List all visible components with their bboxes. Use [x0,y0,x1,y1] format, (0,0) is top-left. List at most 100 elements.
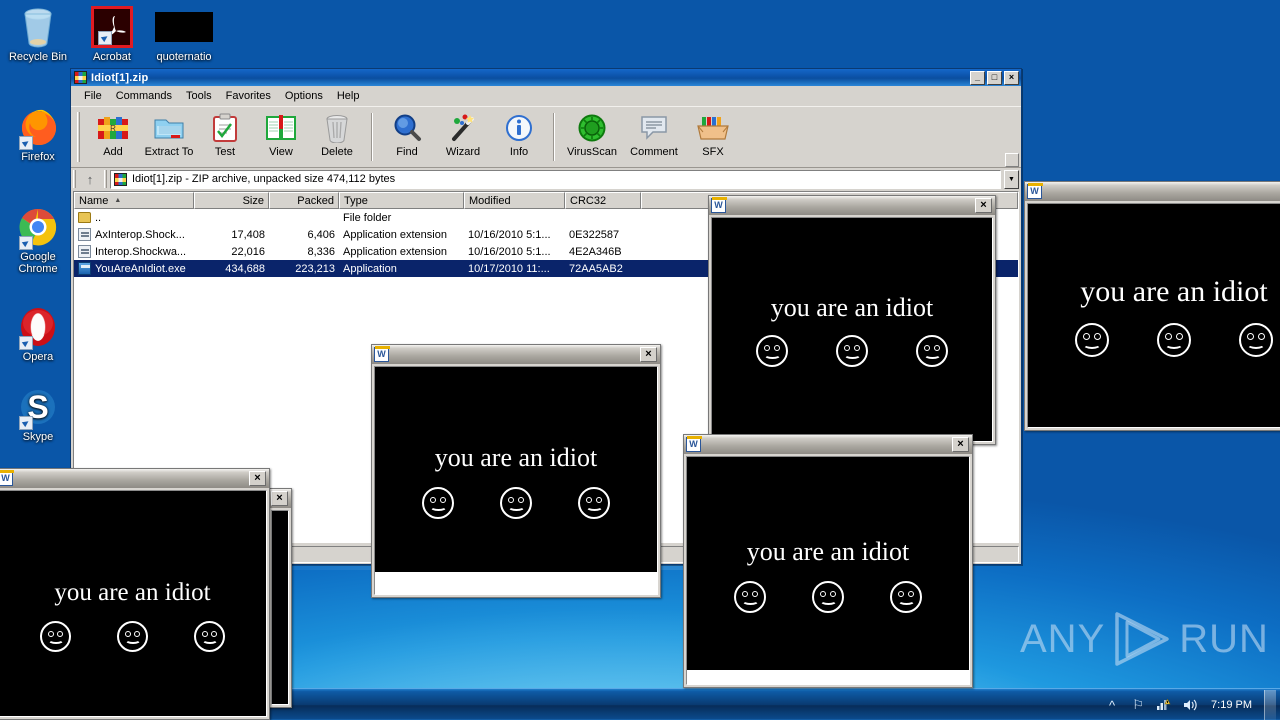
toolbar-button-info[interactable]: Info [491,111,547,165]
popup-titlebar[interactable]: W × [372,345,660,364]
winrar-addressbar[interactable]: ↑ Idiot[1].zip - ZIP archive, unpacked s… [71,168,1021,190]
popup-message: you are an idiot [746,536,910,566]
popup-titlebar[interactable]: W × [0,469,269,488]
action-center-flag-icon[interactable]: ⚐ [1129,696,1147,714]
smiley-row [1028,322,1280,357]
toolbar-button-wizard[interactable]: Wizard [435,111,491,165]
shortcut-overlay-icon [19,136,33,150]
popup-titlebar[interactable]: W × [709,196,995,215]
toolbar-button-test[interactable]: Test [197,111,253,165]
menu-item-tools[interactable]: Tools [179,88,219,104]
toolbar-button-view[interactable]: View [253,111,309,165]
column-header-crc32[interactable]: CRC32 [565,192,641,209]
show-hidden-icons-icon[interactable]: ^ [1103,696,1121,714]
popup-window-bottom-left[interactable]: W × you are an idiot [0,468,270,720]
toolbar-button-find[interactable]: Find [379,111,435,165]
winrar-menubar[interactable]: File Commands Tools Favorites Options He… [71,86,1021,106]
desktop-icon-skype[interactable]: S Skype [2,384,74,443]
network-warning-icon[interactable] [1155,696,1173,714]
popup-body: you are an idiot [1027,203,1280,428]
menu-item-favorites[interactable]: Favorites [219,88,278,104]
cell-modified: 10/16/2010 5:1... [468,245,551,258]
winrar-toolbar[interactable]: R Add Extract To Test View Delete Find W… [71,106,1021,168]
up-one-level-button[interactable]: ↑ [79,169,101,189]
toolbar-label: Extract To [144,146,194,158]
desktop-icon-recycle-bin[interactable]: Recycle Bin [2,4,74,63]
popup-body: you are an idiot [0,490,267,717]
popup-canvas: you are an idiot [1028,204,1280,427]
toolbar-button-virusscan[interactable]: VirusScan [561,111,623,165]
smiley-face-icon [578,486,610,519]
desktop-icon-google-chrome[interactable]: Google Chrome [2,204,74,275]
popup-window-bottom-right[interactable]: W × you are an idiot [683,434,973,688]
toolbar-label: Comment [630,146,678,158]
toolbar-button-extract-to[interactable]: Extract To [141,111,197,165]
smiley-face-icon [1157,322,1191,357]
popup-window-top-right[interactable]: W × you are an idiot [1024,181,1280,431]
column-header-size[interactable]: Size [194,192,269,209]
addressbar-dropdown-button[interactable]: ▼ [1004,169,1019,189]
toolbar-button-sfx[interactable]: SFX [685,111,741,165]
cell-type: File folder [343,211,392,224]
shortcut-overlay-icon [98,31,112,45]
column-header-packed[interactable]: Packed [269,192,339,209]
desktop-icon-opera[interactable]: Opera [2,304,74,363]
archive-path-text: Idiot[1].zip - ZIP archive, unpacked siz… [132,173,396,185]
winrar-titlebar[interactable]: Idiot[1].zip _ □ × [71,69,1021,86]
desktop-icon-acrobat[interactable]: Acrobat [76,4,148,63]
popup-body: you are an idiot [686,456,970,685]
menu-item-options[interactable]: Options [278,88,330,104]
desktop-icon-label: Google Chrome [18,251,58,275]
toolbar-grip[interactable] [77,112,80,162]
popup-close-button[interactable]: × [640,347,657,362]
menu-item-file[interactable]: File [77,88,109,104]
popup-window-center[interactable]: W × you are an idiot [371,344,661,598]
popup-titlebar[interactable]: × [269,489,291,508]
popup-close-button[interactable]: × [271,491,288,506]
toolbar-button-comment[interactable]: Comment [623,111,685,165]
show-desktop-button[interactable] [1264,690,1276,720]
system-tray[interactable]: ^ ⚐ 7:19 PM [1095,689,1280,720]
popup-titlebar[interactable]: W × [684,435,972,454]
toolbar-button-delete[interactable]: Delete [309,111,365,165]
window-controls[interactable]: _ □ × [970,70,1019,85]
toolbar-overflow-button[interactable] [1005,153,1019,167]
column-header-modified[interactable]: Modified [464,192,565,209]
minimize-button[interactable]: _ [970,70,985,85]
menu-item-commands[interactable]: Commands [109,88,179,104]
anyrun-text-left: ANY [1020,616,1106,661]
close-button[interactable]: × [1004,70,1019,85]
smiley-face-icon [812,580,844,613]
smiley-face-icon [194,621,225,652]
archive-path-field[interactable]: Idiot[1].zip - ZIP archive, unpacked siz… [110,169,1001,189]
maximize-button[interactable]: □ [987,70,1002,85]
column-header-type[interactable]: Type [339,192,464,209]
column-header-name[interactable]: Name ▲ [74,192,194,209]
popup-close-button[interactable]: × [249,471,266,486]
menu-item-help[interactable]: Help [330,88,367,104]
popup-close-button[interactable]: × [952,437,969,452]
addressbar-grip-2[interactable] [104,170,107,188]
popup-message: you are an idiot [54,579,211,606]
add-icon: R [97,111,129,145]
addressbar-grip[interactable] [73,170,76,188]
desktop-icon-firefox[interactable]: Firefox [2,104,74,163]
popup-body: you are an idiot [374,366,658,595]
desktop-icon-label: Opera [22,351,54,363]
popup-titlebar[interactable]: W × [1025,182,1280,201]
desktop-icon-quoternatio[interactable]: quoternatio [148,4,220,63]
cell-crc32: 72AA5AB2 [569,262,623,275]
word-document-icon: W [711,197,727,213]
popup-window-top-center[interactable]: W × you are an idiot [708,195,996,445]
taskbar-clock[interactable]: 7:19 PM [1207,699,1256,711]
toolbar-label: Find [396,146,418,158]
popup-close-button[interactable]: × [975,198,992,213]
toolbar-label: Wizard [445,146,481,158]
toolbar-button-add[interactable]: R Add [85,111,141,165]
popup-canvas [272,511,288,704]
toolbar-separator [553,113,555,161]
toolbar-label: SFX [702,146,724,158]
toolbar-label: Delete [321,146,353,158]
popup-window-hidden-left[interactable]: × [268,488,292,708]
volume-icon[interactable] [1181,696,1199,714]
